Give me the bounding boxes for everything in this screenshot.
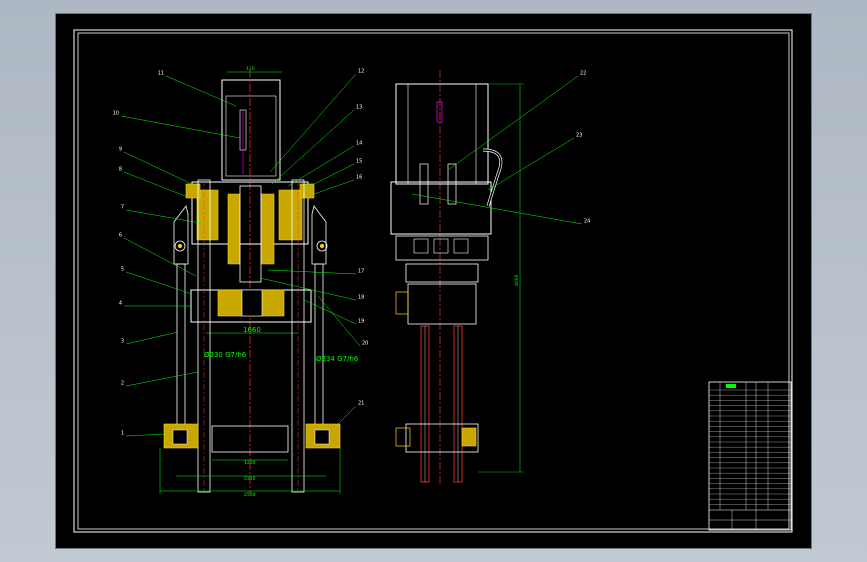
side-lower-block (395, 235, 489, 261)
right-outer-column (314, 263, 324, 433)
part-label-6: 6 (119, 233, 122, 239)
leader-line-16 (313, 179, 355, 195)
leader-line-15 (301, 163, 355, 191)
right-top-nut (299, 183, 315, 199)
part-label-9: 9 (119, 147, 122, 153)
part-label-21: 21 (358, 401, 364, 407)
leader-line-24 (411, 193, 583, 225)
left-rod-fit: Ø230 G7/h6 (204, 351, 247, 359)
part-label-1: 1 (121, 431, 124, 437)
leader-line-8 (123, 171, 191, 199)
side-valve-stem (436, 101, 443, 123)
leader-line-22 (447, 75, 579, 171)
frame-width-text: 1660 (243, 326, 261, 334)
part-label-4: 4 (119, 301, 122, 307)
part-label-14: 14 (356, 141, 362, 147)
title-block (708, 381, 792, 531)
leader-line-17 (267, 269, 357, 275)
side-leaders: 22 23 24 (411, 71, 590, 225)
leader-line-14 (287, 145, 355, 187)
cylinder-housing (221, 79, 281, 181)
part-label-13: 13 (356, 105, 362, 111)
leader-line-1 (125, 433, 167, 437)
assembly-drawing: 1 20 1660 Ø230 G7/h6 Ø234 G7/h6 1250 2310… (73, 29, 793, 533)
part-label-12: 12 (358, 69, 364, 75)
part-label-11: 11 (158, 71, 164, 77)
part-label-3: 3 (121, 339, 124, 345)
right-rod-fit: Ø234 G7/h6 (316, 355, 359, 363)
outer-border (73, 29, 793, 533)
front-view: 120 1660 Ø230 G7/h6 Ø234 G7/h6 1250 2310… (159, 66, 359, 498)
side-cylinder (395, 83, 489, 185)
parts-list-frame (708, 381, 792, 531)
cylinder-inner (225, 95, 277, 177)
ram (239, 185, 262, 283)
left-base-bore (172, 429, 188, 445)
side-main-block (390, 181, 492, 235)
right-base-bore (314, 429, 330, 445)
part-label-5: 5 (121, 267, 124, 273)
side-crosshead (407, 283, 477, 325)
base-dim-3-text: 2500 (244, 492, 256, 498)
right-bracket (311, 205, 327, 265)
base-dim-1-text: 1250 (244, 460, 256, 466)
parts-list-rows (709, 389, 791, 505)
crosshead-bore (241, 289, 263, 317)
side-base-nut-l (395, 427, 411, 447)
side-pipe (482, 148, 503, 207)
part-label-24: 24 (584, 219, 590, 225)
ram-left-hatch (227, 193, 241, 265)
ram-right-hatch (260, 193, 275, 265)
leader-line-13 (271, 109, 355, 185)
leader-line-6 (123, 237, 197, 277)
leader-line-2 (125, 371, 199, 387)
leader-line-5 (125, 271, 193, 295)
left-bracket (173, 205, 189, 265)
front-leaders: 111098765432112131415161718192021 (113, 69, 369, 437)
leader-line-21 (337, 405, 357, 425)
drawing-sheet: 1 20 1660 Ø230 G7/h6 Ø234 G7/h6 1250 2310… (56, 14, 811, 548)
leader-line-20 (317, 295, 361, 347)
left-pin-core (178, 244, 182, 248)
part-label-2: 2 (121, 381, 124, 387)
leader-line-3 (125, 331, 179, 345)
side-port-3 (453, 238, 469, 254)
part-label-16: 16 (356, 175, 362, 181)
side-port-1 (413, 238, 429, 254)
leader-line-9 (123, 151, 197, 187)
leader-line-12 (269, 73, 357, 173)
part-label-15: 15 (356, 159, 362, 165)
part-label-18: 18 (358, 295, 364, 301)
cad-viewport: 1 20 1660 Ø230 G7/h6 Ø234 G7/h6 1250 2310… (0, 0, 867, 562)
part-label-17: 17 (358, 269, 364, 275)
side-base-nut-r (461, 427, 477, 447)
right-section-hatch (278, 189, 303, 241)
part-label-23: 23 (576, 133, 582, 139)
part-label-10: 10 (113, 111, 119, 117)
part-label-19: 19 (358, 319, 364, 325)
part-label-8: 8 (119, 167, 122, 173)
parts-list-mark (726, 384, 736, 388)
side-port-2 (433, 238, 449, 254)
side-height-text: 4000 (514, 274, 520, 286)
right-pin-core (320, 244, 324, 248)
part-label-7: 7 (121, 205, 124, 211)
base-dim-2-text: 2310 (244, 476, 256, 482)
leader-line-7 (125, 209, 207, 225)
part-label-20: 20 (362, 341, 368, 347)
side-guide (395, 291, 409, 315)
side-view: 4000 (390, 70, 524, 484)
leader-line-19 (303, 299, 357, 325)
side-crosshead-top (405, 263, 479, 283)
top-width-text: 120 (246, 66, 255, 72)
part-label-22: 22 (580, 71, 586, 77)
